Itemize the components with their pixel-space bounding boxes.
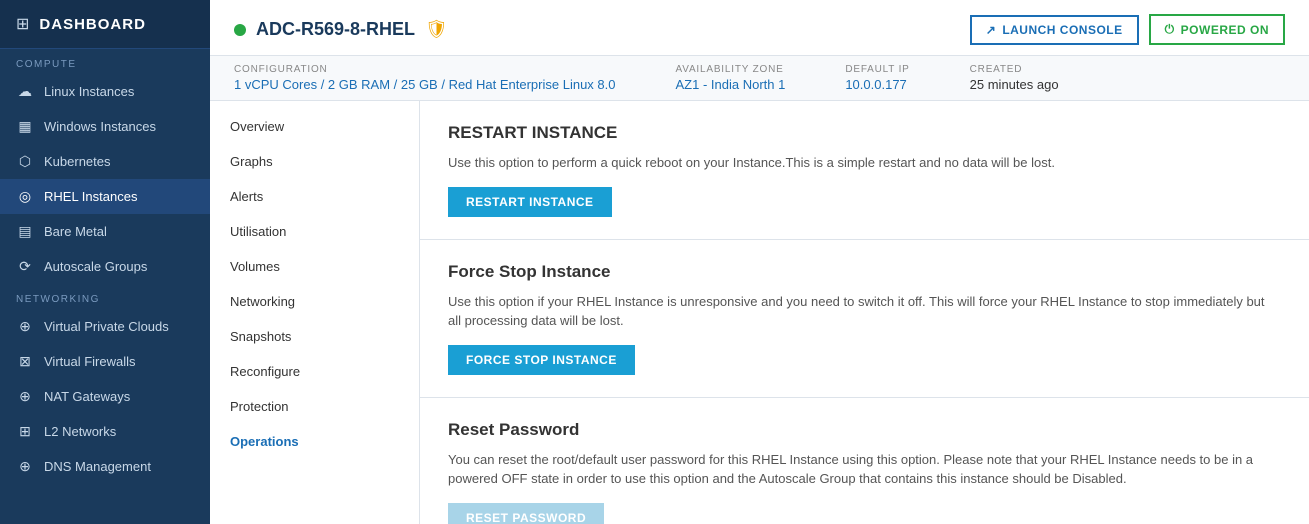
sidebar-item-label: Virtual Firewalls [44, 354, 136, 369]
logo-text: DASHBOARD [39, 16, 146, 33]
nav-item-utilisation[interactable]: Utilisation [210, 214, 419, 249]
sidebar-item-l2-networks[interactable]: ⊞ L2 Networks [0, 414, 210, 449]
nav-item-snapshots[interactable]: Snapshots [210, 319, 419, 354]
firewall-icon: ⊠ [16, 353, 34, 370]
sidebar-item-label: NAT Gateways [44, 389, 130, 404]
sidebar-item-windows-instances[interactable]: ▦ Windows Instances [0, 109, 210, 144]
availability-zone-label: AVAILABILITY ZONE [676, 64, 786, 75]
cloud-icon: ☁ [16, 83, 34, 100]
shield-icon: 🛡 [425, 19, 448, 40]
nav-item-overview[interactable]: Overview [210, 109, 419, 144]
header-actions: ↗ LAUNCH CONSOLE ⏻ POWERED ON [970, 14, 1285, 45]
power-icon: ⏻ [1165, 22, 1175, 37]
sidebar-item-virtual-firewalls[interactable]: ⊠ Virtual Firewalls [0, 344, 210, 379]
nav-item-graphs[interactable]: Graphs [210, 144, 419, 179]
restart-section: RESTART INSTANCE Use this option to perf… [420, 101, 1309, 240]
networking-section-label: NETWORKING [0, 284, 210, 309]
sidebar-item-label: RHEL Instances [44, 189, 137, 204]
powered-on-button[interactable]: ⏻ POWERED ON [1149, 14, 1285, 45]
sidebar-item-rhel-instances[interactable]: ◎ RHEL Instances [0, 179, 210, 214]
force-stop-title: Force Stop Instance [448, 262, 1281, 282]
autoscale-icon: ⟳ [16, 258, 34, 275]
config-default-ip: DEFAULT IP 10.0.0.177 [845, 64, 909, 92]
right-panel: RESTART INSTANCE Use this option to perf… [420, 101, 1309, 524]
sidebar-networking-section: NETWORKING ⊕ Virtual Private Clouds ⊠ Vi… [0, 284, 210, 484]
sidebar-item-label: Autoscale Groups [44, 259, 147, 274]
launch-console-button[interactable]: ↗ LAUNCH CONSOLE [970, 15, 1139, 45]
instance-title: ADC-R569-8-RHEL 🛡 [234, 19, 448, 40]
nav-item-reconfigure[interactable]: Reconfigure [210, 354, 419, 389]
sidebar-item-bare-metal[interactable]: ▤ Bare Metal [0, 214, 210, 249]
external-link-icon: ↗ [986, 23, 997, 37]
created-label: CREATED [970, 64, 1059, 75]
availability-zone-value: AZ1 - India North 1 [676, 77, 786, 92]
force-stop-description: Use this option if your RHEL Instance is… [448, 292, 1281, 331]
reset-password-title: Reset Password [448, 420, 1281, 440]
nav-item-volumes[interactable]: Volumes [210, 249, 419, 284]
sidebar-item-label: DNS Management [44, 459, 151, 474]
sidebar-item-dns-management[interactable]: ⊕ DNS Management [0, 449, 210, 484]
sidebar-item-kubernetes[interactable]: ⬡ Kubernetes [0, 144, 210, 179]
default-ip-value: 10.0.0.177 [845, 77, 909, 92]
main-content: ADC-R569-8-RHEL 🛡 ↗ LAUNCH CONSOLE ⏻ POW… [210, 0, 1309, 524]
sidebar-item-autoscale-groups[interactable]: ⟳ Autoscale Groups [0, 249, 210, 284]
compute-section-label: COMPUTE [0, 49, 210, 74]
sidebar-item-label: L2 Networks [44, 424, 116, 439]
configuration-value: 1 vCPU Cores / 2 GB RAM / 25 GB / Red Ha… [234, 77, 616, 92]
config-bar: CONFIGURATION 1 vCPU Cores / 2 GB RAM / … [210, 56, 1309, 101]
content-area: Overview Graphs Alerts Utilisation Volum… [210, 101, 1309, 524]
nav-item-operations[interactable]: Operations [210, 424, 419, 459]
force-stop-instance-button[interactable]: FORCE STOP INSTANCE [448, 345, 635, 375]
nav-item-protection[interactable]: Protection [210, 389, 419, 424]
bare-metal-icon: ▤ [16, 223, 34, 240]
nav-item-networking[interactable]: Networking [210, 284, 419, 319]
force-stop-section: Force Stop Instance Use this option if y… [420, 240, 1309, 398]
status-dot [234, 24, 246, 36]
reset-password-section: Reset Password You can reset the root/de… [420, 398, 1309, 524]
default-ip-label: DEFAULT IP [845, 64, 909, 75]
config-availability-zone: AVAILABILITY ZONE AZ1 - India North 1 [676, 64, 786, 92]
configuration-label: CONFIGURATION [234, 64, 616, 75]
left-nav: Overview Graphs Alerts Utilisation Volum… [210, 101, 420, 524]
windows-icon: ▦ [16, 118, 34, 135]
sidebar-compute-section: COMPUTE ☁ Linux Instances ▦ Windows Inst… [0, 49, 210, 284]
config-configuration: CONFIGURATION 1 vCPU Cores / 2 GB RAM / … [234, 64, 616, 92]
sidebar-item-nat-gateways[interactable]: ⊕ NAT Gateways [0, 379, 210, 414]
nav-item-alerts[interactable]: Alerts [210, 179, 419, 214]
l2-icon: ⊞ [16, 423, 34, 440]
vpc-icon: ⊕ [16, 318, 34, 335]
sidebar-item-label: Virtual Private Clouds [44, 319, 169, 334]
restart-title: RESTART INSTANCE [448, 123, 1281, 143]
reset-password-button[interactable]: RESET PASSWORD [448, 503, 604, 524]
sidebar-logo: ⊞ DASHBOARD [0, 0, 210, 49]
rhel-icon: ◎ [16, 188, 34, 205]
kubernetes-icon: ⬡ [16, 153, 34, 170]
restart-instance-button[interactable]: RESTART INSTANCE [448, 187, 612, 217]
sidebar-item-label: Kubernetes [44, 154, 111, 169]
created-value: 25 minutes ago [970, 77, 1059, 92]
reset-password-description: You can reset the root/default user pass… [448, 450, 1281, 489]
instance-name: ADC-R569-8-RHEL [256, 19, 415, 40]
config-created: CREATED 25 minutes ago [970, 64, 1059, 92]
grid-icon: ⊞ [16, 14, 29, 34]
sidebar-item-linux-instances[interactable]: ☁ Linux Instances [0, 74, 210, 109]
nat-icon: ⊕ [16, 388, 34, 405]
restart-description: Use this option to perform a quick reboo… [448, 153, 1281, 173]
sidebar-item-label: Windows Instances [44, 119, 156, 134]
sidebar-item-label: Linux Instances [44, 84, 134, 99]
sidebar-item-virtual-private-clouds[interactable]: ⊕ Virtual Private Clouds [0, 309, 210, 344]
instance-header: ADC-R569-8-RHEL 🛡 ↗ LAUNCH CONSOLE ⏻ POW… [210, 0, 1309, 56]
sidebar: ⊞ DASHBOARD COMPUTE ☁ Linux Instances ▦ … [0, 0, 210, 524]
sidebar-item-label: Bare Metal [44, 224, 107, 239]
dns-icon: ⊕ [16, 458, 34, 475]
